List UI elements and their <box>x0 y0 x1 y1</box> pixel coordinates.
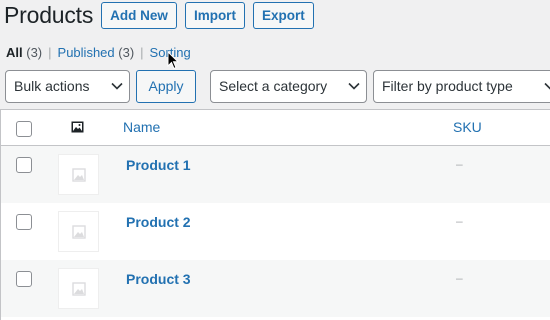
product-sku: – <box>456 157 463 171</box>
add-new-button[interactable]: Add New <box>101 1 177 29</box>
category-filter-select[interactable]: Select a category <box>210 70 367 103</box>
products-table: Name SKU Product 1 – Product 2 – Product… <box>0 109 550 320</box>
view-published-link[interactable]: Published (3) <box>58 45 135 60</box>
row-checkbox[interactable] <box>16 157 32 173</box>
bulk-actions-value: Bulk actions <box>14 78 90 94</box>
product-sku: – <box>456 214 463 228</box>
select-all-checkbox[interactable] <box>16 121 32 137</box>
product-thumbnail[interactable] <box>58 211 99 252</box>
view-separator: | <box>48 45 52 60</box>
product-type-filter-select[interactable]: Filter by product type <box>373 70 550 103</box>
page-header: Products Add New Import Export <box>4 0 314 30</box>
view-filters: All (3) | Published (3) | Sorting <box>6 45 191 60</box>
category-filter-value: Select a category <box>219 78 328 94</box>
view-all-label: All <box>6 45 23 60</box>
image-icon <box>71 121 84 133</box>
product-sku: – <box>456 271 463 285</box>
column-sku-header[interactable]: SKU <box>453 119 482 135</box>
product-type-filter-value: Filter by product type <box>382 78 513 94</box>
bulk-actions-select[interactable]: Bulk actions <box>5 70 130 103</box>
view-published-count: (3) <box>118 45 135 60</box>
product-name-link[interactable]: Product 3 <box>126 271 191 287</box>
image-placeholder-icon <box>71 167 86 182</box>
view-published-label: Published <box>57 45 115 60</box>
export-button[interactable]: Export <box>252 1 314 29</box>
table-row: Product 2 – <box>1 203 550 260</box>
view-all-count: (3) <box>26 45 43 60</box>
chevron-down-icon <box>348 82 360 90</box>
chevron-down-icon <box>111 82 123 90</box>
import-button[interactable]: Import <box>184 1 245 29</box>
product-name-link[interactable]: Product 1 <box>126 157 191 173</box>
view-separator: | <box>140 45 144 60</box>
column-name-header[interactable]: Name <box>123 119 160 135</box>
row-checkbox[interactable] <box>16 214 32 230</box>
view-all-link[interactable]: All (3) <box>6 45 42 60</box>
product-thumbnail[interactable] <box>58 268 99 309</box>
product-thumbnail[interactable] <box>58 154 99 195</box>
table-row: Product 3 – <box>1 260 550 317</box>
image-placeholder-icon <box>71 224 86 239</box>
image-placeholder-icon <box>71 281 86 296</box>
page-title: Products <box>4 1 94 28</box>
row-checkbox[interactable] <box>16 271 32 287</box>
table-row: Product 1 – <box>1 146 550 203</box>
mouse-pointer-icon <box>167 51 179 70</box>
chevron-down-icon <box>544 82 550 90</box>
product-name-link[interactable]: Product 2 <box>126 214 191 230</box>
apply-button[interactable]: Apply <box>136 70 196 103</box>
table-header: Name SKU <box>1 110 550 146</box>
